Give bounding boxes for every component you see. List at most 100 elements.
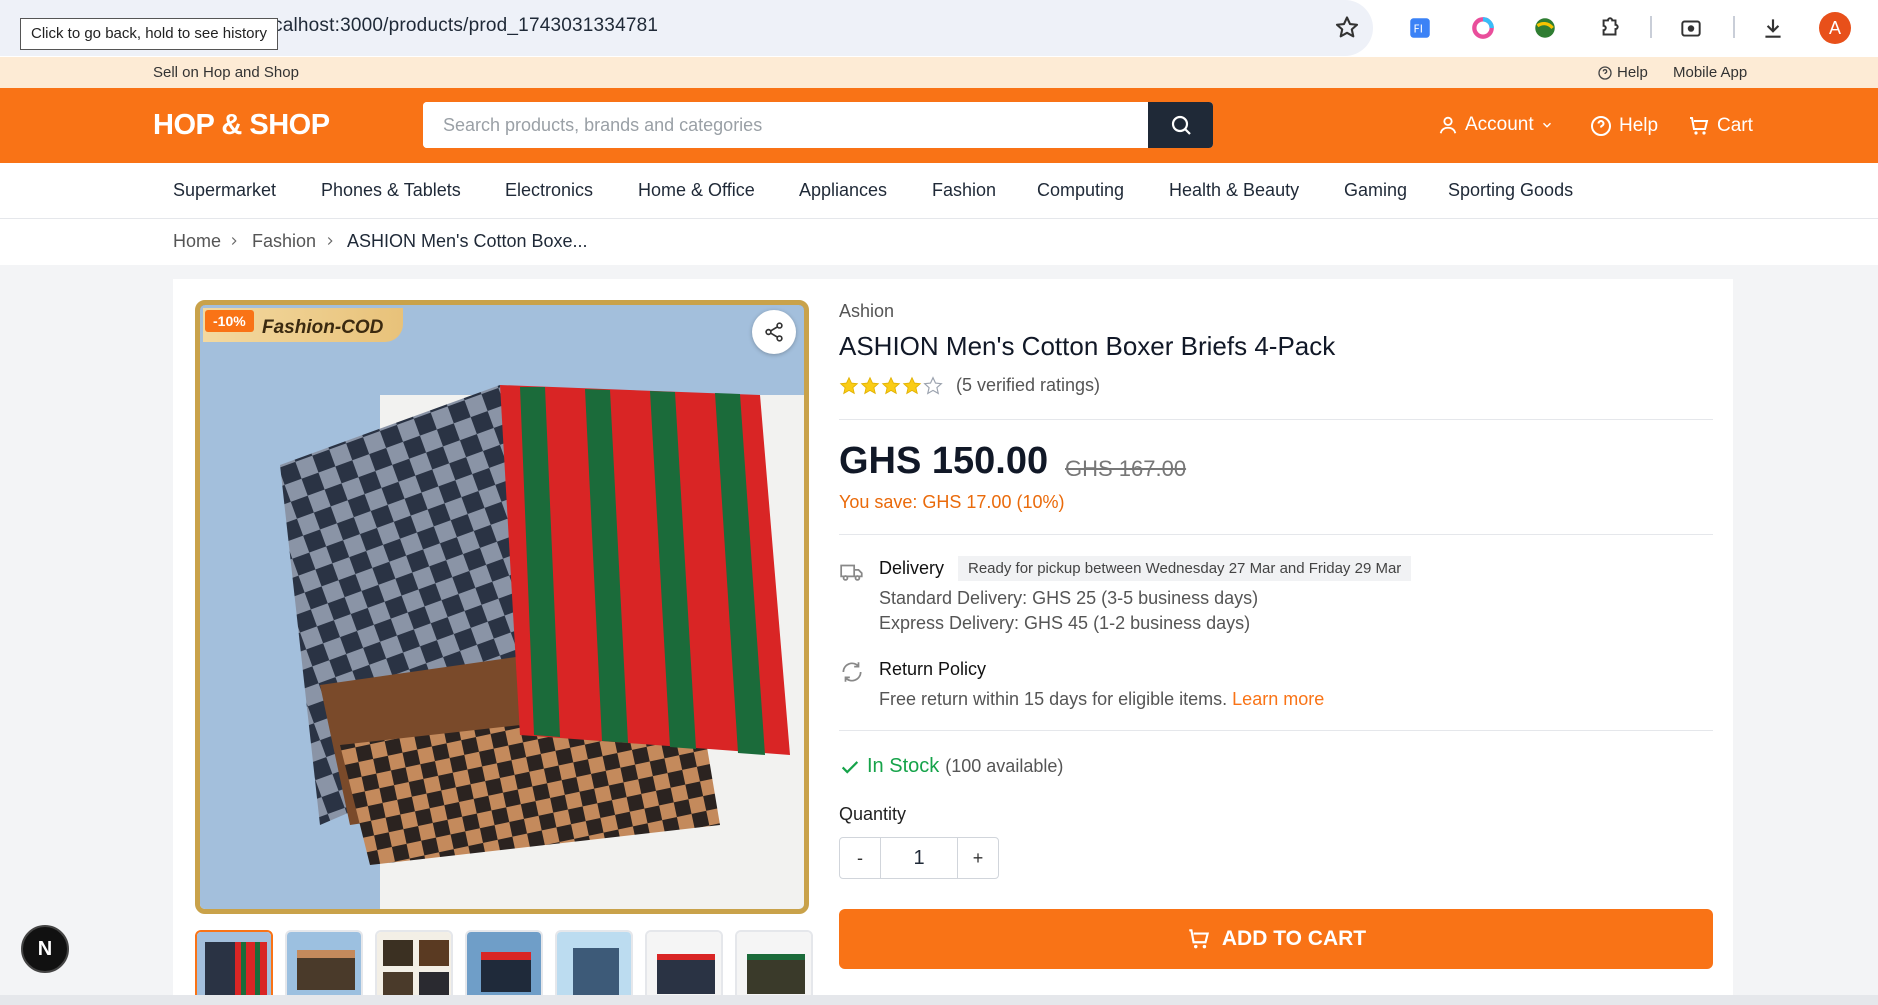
category-fashion[interactable]: Fashion	[932, 180, 996, 201]
account-menu[interactable]: Account	[1437, 114, 1554, 136]
quantity-label: Quantity	[839, 804, 907, 824]
site-logo[interactable]: HOP & SHOP	[153, 109, 330, 142]
product-photo	[200, 305, 804, 909]
search-button[interactable]	[1148, 102, 1213, 148]
breadcrumb: Home Fashion ASHION Men's Cotton Boxe...	[0, 219, 1878, 265]
standard-delivery-text: Standard Delivery: GHS 25 (3-5 business …	[879, 588, 1259, 608]
cart-label: Cart	[1717, 115, 1753, 136]
breadcrumb-fashion[interactable]: Fashion	[252, 231, 316, 252]
original-price: GHS 167.00	[1065, 456, 1187, 481]
category-health-beauty[interactable]: Health & Beauty	[1169, 180, 1299, 201]
download-icon[interactable]	[1757, 12, 1789, 44]
extensions-puzzle-icon[interactable]	[1593, 12, 1625, 44]
savings-text: You save: GHS 17.00 (10%)	[839, 492, 1065, 512]
divider	[839, 730, 1713, 731]
thumbnail[interactable]	[195, 930, 273, 1005]
thumbnail[interactable]	[735, 930, 813, 1005]
mobile-app-link[interactable]: Mobile App	[1673, 64, 1747, 81]
thumbnail-strip	[195, 930, 813, 1005]
stock-status-label: In Stock	[867, 755, 940, 777]
current-price: GHS 150.00	[839, 440, 1049, 482]
promo-badge-label: Fashion-COD	[262, 317, 384, 338]
category-sporting-goods[interactable]: Sporting Goods	[1448, 180, 1573, 201]
toolbar-divider	[1733, 16, 1735, 38]
category-appliances[interactable]: Appliances	[799, 180, 887, 201]
top-strip: Sell on Hop and Shop Help Mobile App	[0, 57, 1878, 88]
category-gaming[interactable]: Gaming	[1344, 180, 1407, 201]
category-computing[interactable]: Computing	[1037, 180, 1124, 201]
chevron-right-icon	[327, 237, 333, 245]
share-icon	[765, 322, 783, 342]
star-filled-icon	[839, 376, 859, 394]
product-main-image[interactable]	[195, 300, 809, 914]
extension-fi-icon[interactable]: FI	[1404, 12, 1436, 44]
learn-more-link[interactable]: Learn more	[1232, 689, 1324, 709]
cart-icon	[1189, 929, 1209, 949]
toolbar-divider	[1650, 16, 1652, 38]
profile-avatar[interactable]: A	[1819, 12, 1851, 44]
refresh-icon	[842, 662, 862, 682]
share-button[interactable]	[752, 310, 796, 354]
category-supermarket[interactable]: Supermarket	[173, 180, 276, 201]
extension-globe-icon[interactable]	[1529, 12, 1561, 44]
browser-toolbar: calhost:3000/products/prod_1743031334781…	[0, 0, 1878, 57]
express-delivery-text: Express Delivery: GHS 45 (1-2 business d…	[879, 613, 1251, 633]
help-circle-icon	[1598, 65, 1612, 80]
search-input[interactable]	[423, 102, 1148, 148]
rating-count[interactable]: (5 verified ratings)	[956, 375, 1100, 396]
breadcrumb-home[interactable]: Home	[173, 231, 221, 252]
chevron-right-icon	[231, 237, 237, 245]
account-label: Account	[1465, 114, 1534, 135]
add-to-cart-button[interactable]: ADD TO CART	[839, 909, 1713, 969]
thumbnail[interactable]	[375, 930, 453, 1005]
quantity-increment-button[interactable]: +	[958, 838, 998, 878]
header-help-link[interactable]: Help	[1589, 114, 1658, 138]
url-text[interactable]: calhost:3000/products/prod_1743031334781	[273, 15, 658, 37]
return-policy-text: Free return within 15 days for eligible …	[879, 689, 1324, 710]
cart-link[interactable]: Cart	[1687, 114, 1753, 138]
user-icon	[1439, 116, 1457, 134]
category-phones-tablets[interactable]: Phones & Tablets	[321, 180, 461, 201]
delivery-label: Delivery	[879, 558, 945, 578]
thumbnail[interactable]	[285, 930, 363, 1005]
thumbnail[interactable]	[465, 930, 543, 1005]
product-title: ASHION Men's Cotton Boxer Briefs 4-Pack	[839, 331, 1336, 361]
category-home-office[interactable]: Home & Office	[638, 180, 755, 201]
stock-available-count: (100 available)	[945, 756, 1064, 776]
category-nav: Supermarket Phones & Tablets Electronics…	[0, 163, 1878, 219]
star-filled-icon	[902, 376, 922, 394]
quantity-input[interactable]: 1	[880, 838, 958, 878]
screenshot-icon[interactable]	[1675, 12, 1707, 44]
truck-icon	[840, 564, 863, 581]
thumbnail[interactable]	[555, 930, 633, 1005]
divider	[839, 534, 1713, 535]
svg-text:FI: FI	[1414, 22, 1423, 35]
sell-link[interactable]: Sell on Hop and Shop	[153, 64, 299, 81]
check-icon	[841, 760, 859, 774]
chevron-down-icon	[1542, 122, 1551, 128]
quantity-decrement-button[interactable]: -	[840, 838, 880, 878]
add-to-cart-label: ADD TO CART	[1221, 927, 1367, 950]
bookmark-star-icon[interactable]	[1333, 14, 1361, 42]
star-filled-icon	[860, 376, 880, 394]
extension-ring-icon[interactable]	[1467, 12, 1499, 44]
star-empty-icon	[923, 375, 943, 395]
page-bottom-edge	[0, 995, 1878, 1005]
divider	[839, 419, 1713, 420]
star-rating: (5 verified ratings)	[839, 375, 1100, 396]
header-help-label: Help	[1619, 115, 1659, 136]
back-button-tooltip: Click to go back, hold to see history	[20, 18, 278, 50]
site-header: HOP & SHOP Account Help Cart	[0, 88, 1878, 163]
category-electronics[interactable]: Electronics	[505, 180, 593, 201]
star-filled-icon	[881, 376, 901, 394]
thumbnail[interactable]	[645, 930, 723, 1005]
discount-badge: -10%	[205, 310, 254, 332]
top-help-label: Help	[1617, 64, 1648, 81]
return-policy-body: Free return within 15 days for eligible …	[879, 689, 1228, 709]
top-help-link[interactable]: Help	[1597, 64, 1648, 81]
search-bar	[423, 102, 1213, 148]
return-policy-label: Return Policy	[879, 659, 987, 679]
product-brand[interactable]: Ashion	[839, 301, 894, 322]
help-circle-icon	[1591, 116, 1611, 136]
dev-tools-badge[interactable]: N	[21, 925, 69, 973]
